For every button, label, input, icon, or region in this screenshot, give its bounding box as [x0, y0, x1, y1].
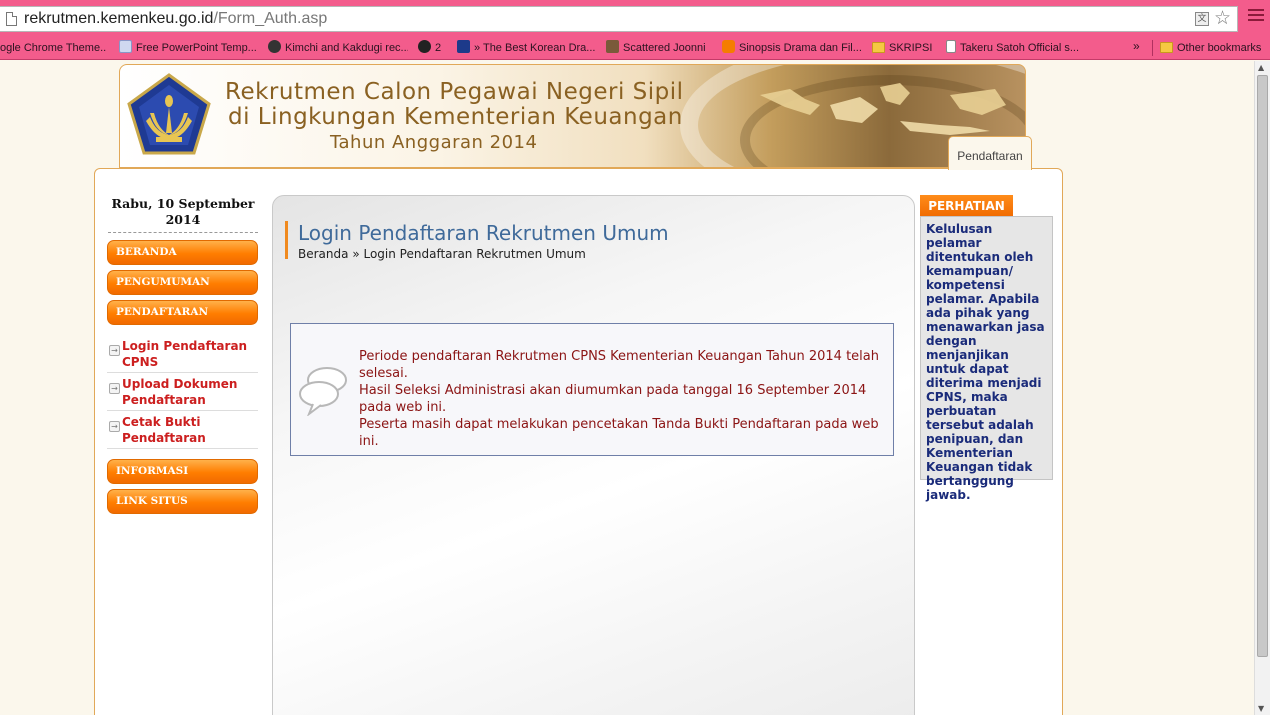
- sublink-upload-dokumen[interactable]: → Upload Dokumen Pendaftaran: [107, 374, 258, 411]
- address-bar[interactable]: rekrutmen.kemenkeu.go.id/Form_Auth.asp 文…: [0, 6, 1238, 32]
- site-icon: [606, 40, 619, 53]
- banner-year: Tahun Anggaran 2014: [330, 132, 538, 153]
- bookmark-item[interactable]: 2: [418, 39, 448, 57]
- indonesia-map-icon: [760, 83, 1006, 135]
- nav-link-situs-button[interactable]: LINK SITUS: [107, 489, 258, 514]
- site-icon: [457, 40, 470, 53]
- bookmark-item[interactable]: » The Best Korean Dra...: [457, 39, 597, 57]
- arrow-right-icon: →: [109, 345, 120, 356]
- banner-subtitle: di Lingkungan Kementerian Keuangan: [228, 104, 683, 130]
- page-scrollbar[interactable]: ▲ ▼: [1254, 61, 1270, 715]
- page-header: Login Pendaftaran Rekrutmen Umum Beranda…: [285, 221, 669, 261]
- folder-icon: [872, 42, 885, 53]
- blogger-icon: [722, 40, 735, 53]
- sublink-cetak-bukti[interactable]: → Cetak Bukti Pendaftaran: [107, 412, 258, 449]
- nav-pendaftaran-button[interactable]: PENDAFTARAN: [107, 300, 258, 325]
- bookmark-item[interactable]: Free PowerPoint Temp...: [119, 39, 259, 57]
- page-icon: [119, 40, 132, 53]
- bookmark-folder[interactable]: SKRIPSI: [872, 39, 936, 57]
- bookmark-star-icon[interactable]: ☆: [1214, 8, 1231, 28]
- page-icon: [6, 12, 17, 26]
- breadcrumb-separator: »: [352, 247, 360, 261]
- bookmark-item[interactable]: Scattered Joonni: [606, 39, 712, 57]
- separator: [1152, 40, 1153, 56]
- bookmarks-bar: ogle Chrome Theme... Free PowerPoint Tem…: [0, 36, 1270, 60]
- current-date: Rabu, 10 September 2014: [108, 196, 258, 233]
- arrow-right-icon: →: [109, 383, 120, 394]
- document-icon: [946, 40, 956, 53]
- scroll-up-icon[interactable]: ▲: [1258, 63, 1264, 72]
- translate-icon[interactable]: 文: [1195, 12, 1209, 26]
- breadcrumb-current: Login Pendaftaran Rekrutmen Umum: [363, 247, 586, 261]
- notice-line: Peserta masih dapat melakukan pencetakan…: [359, 417, 879, 449]
- notice-box: Periode pendaftaran Rekrutmen CPNS Kemen…: [290, 323, 894, 456]
- speech-bubbles-icon: [299, 367, 347, 416]
- other-bookmarks-folder[interactable]: Other bookmarks: [1160, 39, 1268, 57]
- breadcrumb: Beranda » Login Pendaftaran Rekrutmen Um…: [298, 247, 669, 261]
- breadcrumb-home-link[interactable]: Beranda: [298, 247, 348, 261]
- perhatian-text: Kelulusan pelamar ditentukan oleh kemamp…: [920, 216, 1053, 502]
- tab-pendaftaran[interactable]: Pendaftaran: [948, 136, 1032, 170]
- sublink-login-pendaftaran[interactable]: → Login Pendaftaran CPNS: [107, 336, 258, 373]
- banner-title: Rekrutmen Calon Pegawai Negeri Sipil: [225, 79, 684, 105]
- notice-message: Periode pendaftaran Rekrutmen CPNS Kemen…: [359, 348, 889, 450]
- folder-icon: [1160, 42, 1173, 53]
- tab-connector: [949, 167, 1031, 170]
- bookmark-item[interactable]: ogle Chrome Theme...: [0, 39, 106, 57]
- kemenkeu-logo: [127, 73, 211, 155]
- notice-line: Periode pendaftaran Rekrutmen CPNS Kemen…: [359, 349, 879, 381]
- scroll-down-icon[interactable]: ▼: [1258, 704, 1264, 713]
- more-bookmarks-chevron[interactable]: »: [1133, 39, 1140, 53]
- page-title: Login Pendaftaran Rekrutmen Umum: [298, 221, 669, 245]
- notice-line: Hasil Seleksi Administrasi akan diumumka…: [359, 383, 867, 415]
- chrome-menu-icon[interactable]: [1248, 9, 1264, 23]
- arrow-right-icon: →: [109, 421, 120, 432]
- site-icon: [418, 40, 431, 53]
- url-text[interactable]: rekrutmen.kemenkeu.go.id/Form_Auth.asp: [24, 10, 327, 28]
- nav-beranda-button[interactable]: BERANDA: [107, 240, 258, 265]
- bookmark-item[interactable]: Kimchi and Kakdugi rec...: [268, 39, 408, 57]
- bookmark-item[interactable]: Sinopsis Drama dan Fil...: [722, 39, 862, 57]
- scroll-thumb[interactable]: [1257, 75, 1268, 657]
- nav-pengumuman-button[interactable]: PENGUMUMAN: [107, 270, 258, 295]
- header-banner: Rekrutmen Calon Pegawai Negeri Sipil di …: [119, 64, 1026, 168]
- bookmark-item[interactable]: Takeru Satoh Official s...: [946, 39, 1084, 57]
- perhatian-heading: PERHATIAN: [920, 195, 1013, 217]
- site-icon: [268, 40, 281, 53]
- nav-informasi-button[interactable]: INFORMASI: [107, 459, 258, 484]
- browser-toolbar: rekrutmen.kemenkeu.go.id/Form_Auth.asp 文…: [0, 0, 1270, 36]
